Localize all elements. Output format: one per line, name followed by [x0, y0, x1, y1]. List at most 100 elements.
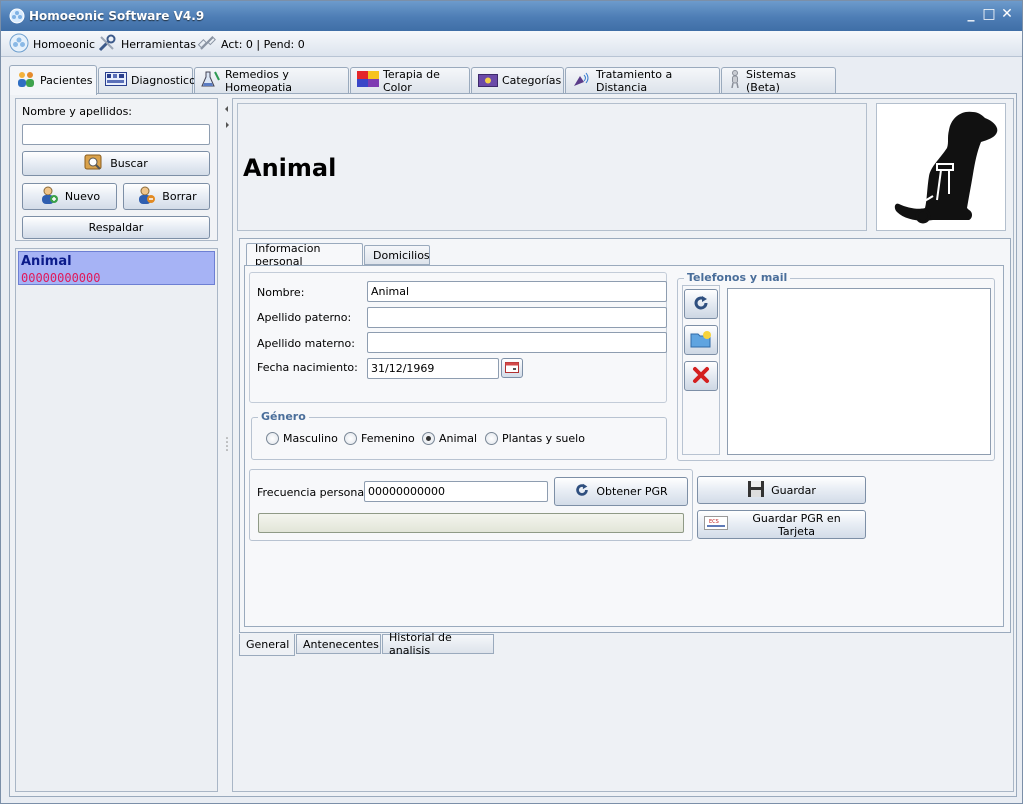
- tab-terapia-color-label: Terapia de Color: [383, 67, 440, 94]
- tab-tratamiento-distancia-label: Tratamiento a Distancia: [596, 67, 673, 94]
- homoeonic-label: Homoeonic: [33, 37, 96, 51]
- tab-tratamiento-distancia[interactable]: Tratamiento a Distancia: [565, 67, 720, 94]
- fecha-nacimiento-label: Fecha nacimiento:: [257, 361, 358, 374]
- search-box: Nombre y apellidos: Buscar Nuevo Borrar …: [15, 98, 218, 241]
- close-icon[interactable]: ✕: [1000, 6, 1014, 22]
- homoeonic-icon: [9, 33, 29, 56]
- tab-informacion-personal[interactable]: Informacion personal: [246, 241, 363, 268]
- left-panel: Nombre y apellidos: Buscar Nuevo Borrar …: [15, 98, 218, 792]
- flask-icon: [201, 70, 221, 91]
- tab-pacientes[interactable]: Pacientes: [9, 65, 97, 95]
- delete-patient-button[interactable]: Borrar: [123, 183, 210, 210]
- app-logo-icon: [9, 8, 25, 24]
- radio-masculino[interactable]: Masculino: [266, 432, 338, 445]
- search-input[interactable]: [22, 124, 210, 145]
- minimize-icon[interactable]: _: [964, 6, 978, 22]
- patients-content: Nombre y apellidos: Buscar Nuevo Borrar …: [9, 93, 1017, 797]
- radio-femenino[interactable]: Femenino: [344, 432, 415, 445]
- page-title: Animal: [243, 154, 337, 182]
- radio-animal[interactable]: Animal: [422, 432, 477, 445]
- list-item[interactable]: Animal 00000000000: [18, 251, 215, 285]
- apellido-paterno-field[interactable]: [367, 307, 667, 328]
- activity-status: Act: 0 | Pend: 0: [197, 34, 305, 54]
- tab-domicilios[interactable]: Domicilios: [364, 245, 430, 265]
- obtain-pgr-button[interactable]: Obtener PGR: [554, 477, 688, 506]
- refresh-contacts-button[interactable]: [684, 289, 718, 319]
- save-pgr-card-label: Guardar PGR en Tarjeta: [752, 511, 841, 538]
- radio-femenino-label: Femenino: [361, 432, 415, 445]
- folder-add-icon: [690, 330, 712, 351]
- tab-remedios-label: Remedios y Homeopatia: [225, 67, 293, 94]
- patient-photo[interactable]: [876, 103, 1006, 231]
- apellido-materno-field[interactable]: [367, 332, 667, 353]
- fecha-nacimiento-field[interactable]: [367, 358, 499, 379]
- tab-historial-analisis[interactable]: Historial de analisis: [382, 631, 494, 657]
- patient-code: 00000000000: [21, 271, 101, 285]
- tab-pacientes-label: Pacientes: [40, 74, 93, 87]
- apellido-paterno-label: Apellido paterno:: [257, 311, 352, 324]
- backup-button-label: Respaldar: [88, 221, 144, 234]
- homoeonic-menu[interactable]: Homoeonic: [9, 33, 96, 56]
- tab-general[interactable]: General: [239, 634, 295, 656]
- delete-patient-label: Borrar: [162, 190, 197, 203]
- nombre-field[interactable]: [367, 281, 667, 302]
- tab-remedios[interactable]: Remedios y Homeopatia: [194, 67, 349, 94]
- tab-domicilios-label: Domicilios: [373, 248, 430, 262]
- human-body-icon: [728, 70, 742, 91]
- patient-list[interactable]: Animal 00000000000: [15, 248, 218, 792]
- svg-text:ECS: ECS: [709, 519, 719, 525]
- calendar-icon: [505, 361, 519, 376]
- frequency-field[interactable]: [364, 481, 548, 502]
- panel-splitter[interactable]: [223, 98, 231, 792]
- obtain-pgr-label: Obtener PGR: [596, 485, 668, 498]
- wrench-icon: [97, 33, 117, 56]
- delete-contact-button[interactable]: [684, 361, 718, 391]
- tab-sistemas-label: Sistemas (Beta): [746, 67, 797, 94]
- new-patient-label: Nuevo: [64, 190, 101, 203]
- radio-masculino-label: Masculino: [283, 432, 338, 445]
- floppy-disk-icon: [747, 480, 765, 501]
- frequency-group: Frecuencia personal: Obtener PGR: [249, 469, 693, 541]
- toolbar: Homoeonic Herramientas Act: 0 | Pend: 0: [1, 31, 1022, 57]
- tab-historial-analisis-label: Historial de analisis: [389, 631, 452, 657]
- search-label: Nombre y apellidos:: [22, 105, 133, 118]
- radio-animal-dot: [422, 432, 435, 445]
- tab-terapia-color[interactable]: Terapia de Color: [350, 67, 470, 94]
- radio-plantas-suelo-dot: [485, 432, 498, 445]
- patient-header: Animal: [237, 103, 867, 231]
- save-pgr-card-button[interactable]: ECS Guardar PGR en Tarjeta: [697, 510, 866, 539]
- refresh-pgr-icon: [574, 482, 590, 501]
- tab-antecedentes-label: Antenecentes: [303, 637, 379, 651]
- add-user-icon: [39, 185, 59, 208]
- tab-antecedentes[interactable]: Antenecentes: [296, 634, 381, 654]
- patient-detail-panel: Animal Informacion personal Domicilios N…: [232, 98, 1014, 792]
- tools-label: Herramientas: [121, 37, 196, 51]
- tab-diagnostico[interactable]: Diagnostico: [98, 67, 196, 93]
- satellite-icon: [197, 33, 217, 56]
- date-picker-button[interactable]: [501, 358, 523, 378]
- delete-icon: [692, 366, 710, 387]
- search-button[interactable]: Buscar: [22, 151, 210, 176]
- search-button-label: Buscar: [110, 157, 148, 170]
- tools-menu[interactable]: Herramientas: [97, 34, 196, 54]
- radio-animal-label: Animal: [439, 432, 478, 445]
- contacts-list[interactable]: [727, 288, 991, 455]
- title-bar[interactable]: Homoeonic Software V4.9 _ □ ✕: [1, 1, 1022, 31]
- radio-plantas-suelo[interactable]: Plantas y suelo: [485, 432, 585, 445]
- tab-categorias[interactable]: Categorías: [471, 67, 564, 93]
- maximize-icon[interactable]: □: [982, 6, 996, 22]
- radio-masculino-dot: [266, 432, 279, 445]
- tab-sistemas[interactable]: Sistemas (Beta): [721, 67, 836, 94]
- new-patient-button[interactable]: Nuevo: [22, 183, 117, 210]
- tab-categorias-label: Categorías: [502, 74, 562, 87]
- tab-informacion-personal-label: Informacion personal: [255, 241, 321, 268]
- gender-group-title: Género: [258, 410, 309, 423]
- add-contact-button[interactable]: [684, 325, 718, 355]
- save-button[interactable]: Guardar: [697, 476, 866, 504]
- patient-tabs-frame: Informacion personal Domicilios Nombre: …: [239, 238, 1011, 633]
- color-palette-icon: [357, 71, 379, 90]
- apellido-materno-label: Apellido materno:: [257, 337, 355, 350]
- backup-button[interactable]: Respaldar: [22, 216, 210, 239]
- tab-diagnostico-label: Diagnostico: [131, 74, 196, 87]
- search-icon: [84, 153, 104, 174]
